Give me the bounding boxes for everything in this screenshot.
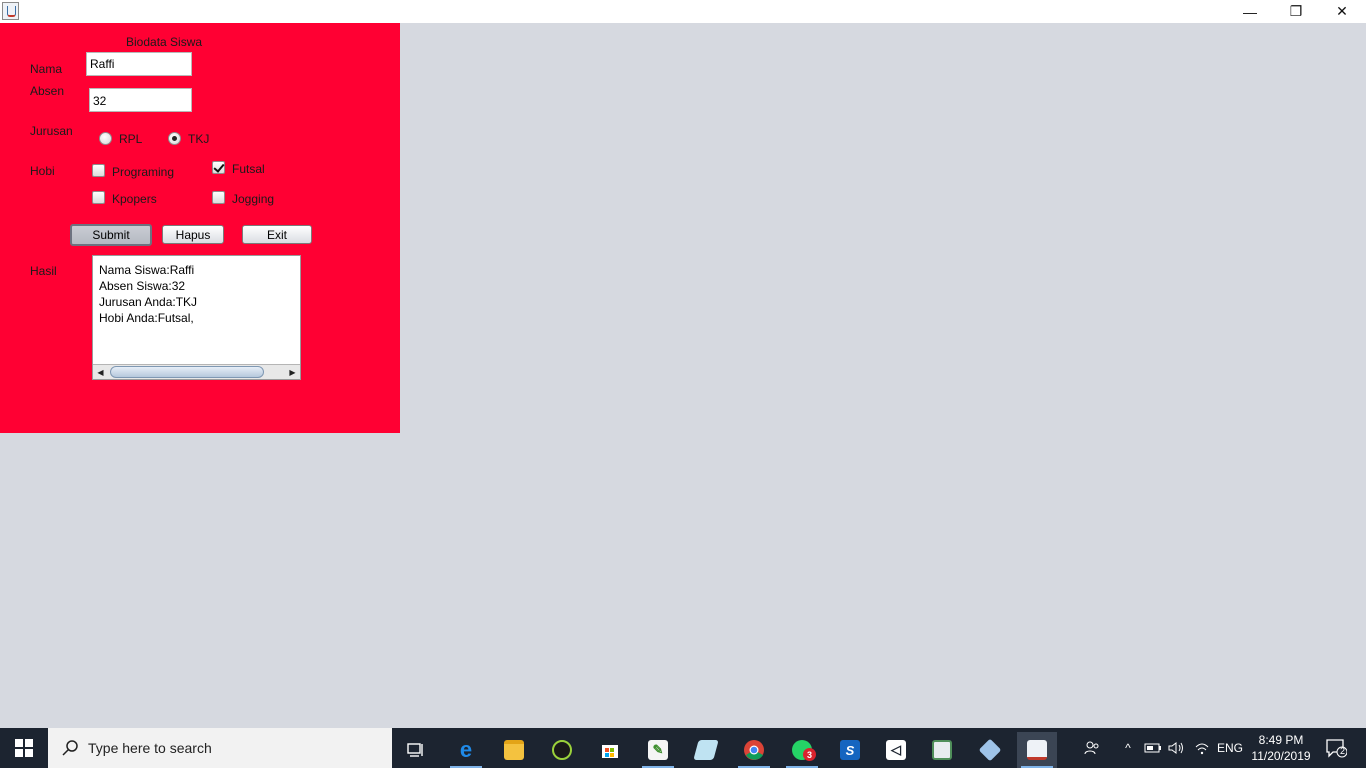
radio-rpl-label: RPL <box>119 132 143 146</box>
notification-badge: 3 <box>803 748 816 761</box>
checkbox-kpopers[interactable] <box>92 191 105 204</box>
language-indicator[interactable]: ENG <box>1214 728 1246 768</box>
whatsapp-icon[interactable]: 3 <box>782 732 822 768</box>
radio-tkj-label: TKJ <box>188 132 210 146</box>
absen-field[interactable]: 32 <box>89 88 192 112</box>
notepad-app-icon[interactable] <box>922 732 962 768</box>
radio-tkj[interactable] <box>168 132 181 145</box>
hasil-label: Hasil <box>30 264 57 278</box>
hasil-line: Jurusan Anda:TKJ <box>99 295 198 309</box>
taskbar: Type here to search e ✎ 3 S ◁ ^ ENG 8:49… <box>0 728 1366 768</box>
clock-time: 8:49 PM <box>1258 733 1304 747</box>
start-button[interactable] <box>0 728 48 768</box>
exit-button[interactable]: Exit <box>242 225 312 244</box>
search-box[interactable]: Type here to search <box>48 728 392 768</box>
task-view-icon[interactable] <box>396 732 436 768</box>
scroll-right-arrow-icon[interactable]: ▶ <box>285 365 300 379</box>
biodata-panel: Biodata Siswa Nama Raffi Absen 32 Jurusa… <box>0 23 400 433</box>
checkbox-programing-label: Programing <box>112 165 175 179</box>
checkbox-kpopers-label: Kpopers <box>112 192 157 206</box>
virtualbox-icon[interactable] <box>970 732 1010 768</box>
horizontal-scrollbar[interactable]: ◀ ▶ <box>93 364 300 379</box>
app-s-icon[interactable]: S <box>830 732 870 768</box>
notification-count: 2 <box>1340 746 1346 756</box>
scroll-left-arrow-icon[interactable]: ◀ <box>93 365 108 379</box>
visual-studio-icon[interactable]: ◁ <box>876 732 916 768</box>
form-title: Biodata Siswa <box>126 35 203 49</box>
battery-icon[interactable] <box>1143 728 1163 768</box>
hapus-button[interactable]: Hapus <box>162 225 224 244</box>
volume-icon[interactable] <box>1166 728 1186 768</box>
radio-rpl[interactable] <box>99 132 112 145</box>
show-hidden-icons-chevron-icon[interactable]: ^ <box>1120 728 1136 768</box>
edge-icon[interactable]: e <box>446 732 486 768</box>
editor-app-icon[interactable]: ✎ <box>638 732 678 768</box>
search-icon <box>62 740 78 756</box>
drive-app-icon[interactable] <box>686 732 726 768</box>
hasil-textarea[interactable]: Nama Siswa:Raffi Absen Siswa:32 Jurusan … <box>92 255 301 380</box>
window-title-bar: — ❐ ✕ <box>0 0 1366 23</box>
nama-field[interactable]: Raffi <box>86 52 192 76</box>
maximize-button[interactable]: ❐ <box>1273 0 1319 23</box>
hasil-text: Nama Siswa:Raffi Absen Siswa:32 Jurusan … <box>99 262 197 326</box>
submit-button[interactable]: Submit <box>70 224 152 246</box>
jurusan-label: Jurusan <box>30 124 73 138</box>
checkbox-futsal[interactable] <box>212 161 225 174</box>
java-app-icon[interactable] <box>1017 732 1057 768</box>
clock[interactable]: 8:49 PM 11/20/2019 <box>1248 732 1314 764</box>
checkbox-futsal-label: Futsal <box>232 162 265 176</box>
checkbox-jogging-label: Jogging <box>232 192 275 206</box>
search-placeholder: Type here to search <box>88 740 212 756</box>
hasil-line: Nama Siswa:Raffi <box>99 263 195 277</box>
nama-label: Nama <box>30 62 63 76</box>
hobi-label: Hobi <box>30 164 55 178</box>
action-center-icon[interactable]: 2 <box>1318 728 1354 768</box>
hasil-line: Hobi Anda:Futsal, <box>99 311 194 325</box>
hasil-line: Absen Siswa:32 <box>99 279 186 293</box>
checkbox-jogging[interactable] <box>212 191 225 204</box>
close-button[interactable]: ✕ <box>1319 0 1365 23</box>
windows-logo-icon <box>15 739 33 757</box>
people-icon[interactable] <box>1080 728 1104 768</box>
chrome-icon[interactable] <box>734 732 774 768</box>
java-cup-icon <box>2 2 19 20</box>
absen-label: Absen <box>30 84 65 98</box>
minimize-button[interactable]: — <box>1227 0 1273 23</box>
clock-date: 11/20/2019 <box>1251 749 1311 763</box>
scroll-thumb[interactable] <box>110 366 264 378</box>
ninja-app-icon[interactable] <box>542 732 582 768</box>
store-icon[interactable] <box>590 732 630 768</box>
wifi-icon[interactable] <box>1192 728 1212 768</box>
checkbox-programing[interactable] <box>92 164 105 177</box>
file-explorer-icon[interactable] <box>494 732 534 768</box>
